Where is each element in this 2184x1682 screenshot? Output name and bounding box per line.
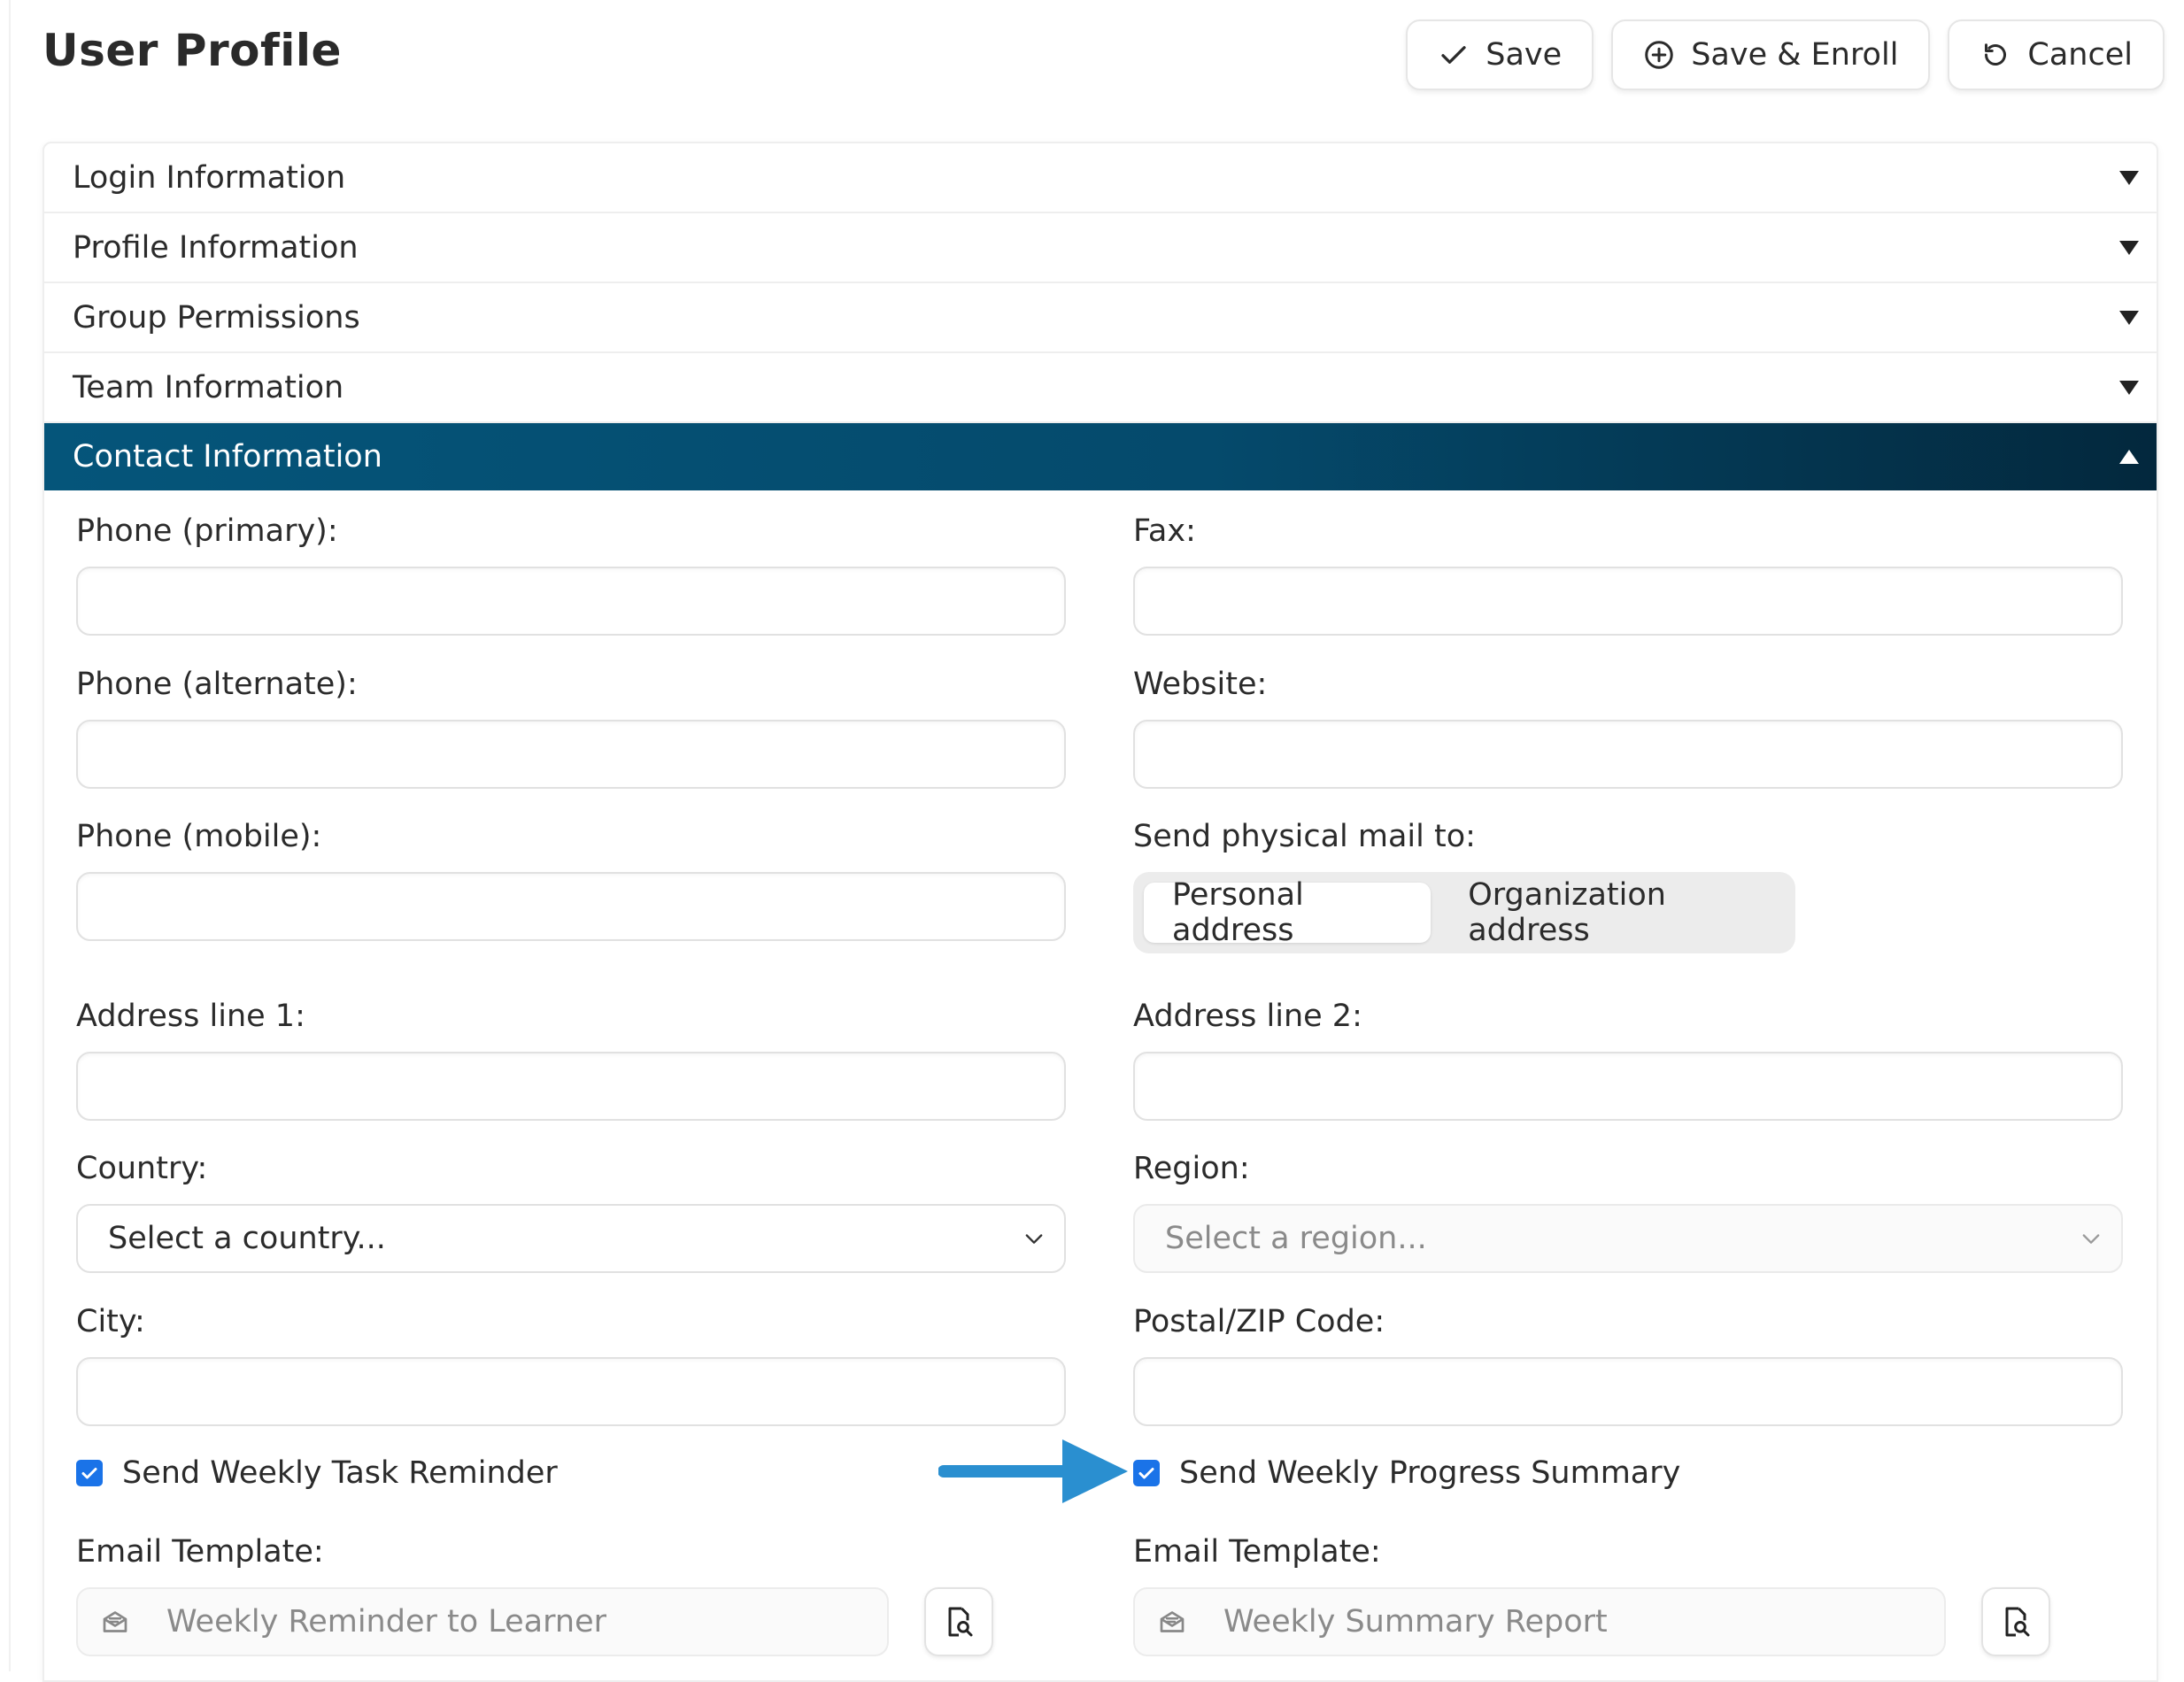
section-profile-information[interactable]: Profile Information [44, 213, 2157, 283]
website-label: Website: [1133, 667, 1268, 702]
plus-circle-icon [1645, 41, 1673, 69]
template-left-preview-button[interactable] [924, 1587, 993, 1656]
section-label: Profile Information [73, 229, 359, 266]
section-group-permissions[interactable]: Group Permissions [44, 283, 2157, 353]
website-input[interactable] [1133, 720, 2123, 789]
phone-alternate-input[interactable] [76, 720, 1066, 789]
weekly-reminder-label: Send Weekly Task Reminder [122, 1455, 558, 1491]
address2-input[interactable] [1133, 1052, 2123, 1121]
chevron-down-icon [1025, 1234, 1043, 1244]
caret-down-icon [2119, 240, 2139, 255]
section-contact-information[interactable]: Contact Information [44, 423, 2157, 490]
caret-down-icon [2119, 310, 2139, 325]
template-right-field[interactable]: Weekly Summary Report [1133, 1587, 1946, 1656]
phone-alternate-label: Phone (alternate): [76, 667, 358, 702]
annotation-arrow [938, 1439, 1128, 1503]
phone-primary-label: Phone (primary): [76, 513, 338, 549]
weekly-summary-option: Send Weekly Progress Summary [1133, 1455, 1680, 1491]
fax-label: Fax: [1133, 513, 1196, 549]
phone-mobile-input[interactable] [76, 872, 1066, 941]
template-left-field[interactable]: Weekly Reminder to Learner [76, 1587, 889, 1656]
phone-primary-input[interactable] [76, 567, 1066, 636]
template-left-value: Weekly Reminder to Learner [166, 1604, 607, 1640]
checkmark-icon [81, 1468, 97, 1479]
undo-icon [1985, 43, 2007, 66]
template-right-preview-button[interactable] [1981, 1587, 2050, 1656]
caret-down-icon [2119, 170, 2139, 185]
postal-label: Postal/ZIP Code: [1133, 1304, 1385, 1339]
mail-option-organization[interactable]: Organization address [1439, 877, 1785, 948]
phone-mobile-label: Phone (mobile): [76, 819, 322, 854]
section-label: Group Permissions [73, 299, 360, 336]
city-label: City: [76, 1304, 145, 1339]
mail-option-personal[interactable]: Personal address [1144, 877, 1432, 948]
fax-input[interactable] [1133, 567, 2123, 636]
city-input[interactable] [76, 1357, 1066, 1426]
email-template-right-label: Email Template: [1133, 1534, 1381, 1570]
checkmark-icon [1441, 46, 1466, 64]
section-label: Login Information [73, 159, 346, 196]
weekly-reminder-checkbox[interactable] [76, 1460, 103, 1486]
address1-input[interactable] [76, 1052, 1066, 1121]
document-search-icon [2005, 1607, 2030, 1637]
address2-label: Address line 2: [1133, 999, 1362, 1034]
cancel-button[interactable]: Cancel [1948, 19, 2165, 90]
toolbar: Save Save & Enroll Cancel [1406, 19, 2165, 90]
checkmark-icon [1138, 1468, 1154, 1479]
region-select[interactable]: Select a region... [1133, 1204, 2123, 1273]
save-enroll-button[interactable]: Save & Enroll [1611, 19, 1931, 90]
save-button-label: Save [1486, 37, 1563, 73]
envelope-icon [103, 1611, 127, 1632]
weekly-summary-label: Send Weekly Progress Summary [1179, 1455, 1681, 1491]
country-select[interactable]: Select a country... [76, 1204, 1066, 1273]
cancel-button-label: Cancel [2027, 37, 2133, 73]
country-select-value: Select a country... [108, 1221, 386, 1256]
section-label: Team Information [73, 369, 344, 405]
region-select-value: Select a region... [1165, 1221, 1427, 1256]
document-search-icon [948, 1607, 973, 1637]
caret-up-icon [2119, 450, 2139, 464]
chevron-down-icon [2082, 1234, 2100, 1244]
save-button[interactable]: Save [1406, 19, 1594, 90]
save-enroll-button-label: Save & Enroll [1691, 37, 1899, 73]
section-label: Contact Information [73, 439, 382, 475]
section-team-information[interactable]: Team Information [44, 353, 2157, 423]
caret-down-icon [2119, 380, 2139, 395]
address1-label: Address line 1: [76, 999, 305, 1034]
mail-destination-toggle: Personal address Organization address [1133, 872, 1795, 953]
email-template-left-label: Email Template: [76, 1534, 324, 1570]
weekly-summary-checkbox[interactable] [1133, 1460, 1160, 1486]
section-login-information[interactable]: Login Information [44, 143, 2157, 213]
country-label: Country: [76, 1151, 208, 1186]
envelope-icon [1160, 1611, 1185, 1632]
template-right-value: Weekly Summary Report [1223, 1604, 1608, 1640]
region-label: Region: [1133, 1151, 1250, 1186]
page-title: User Profile [42, 25, 342, 76]
postal-input[interactable] [1133, 1357, 2123, 1426]
weekly-reminder-option: Send Weekly Task Reminder [76, 1455, 558, 1491]
send-mail-label: Send physical mail to: [1133, 819, 1476, 854]
